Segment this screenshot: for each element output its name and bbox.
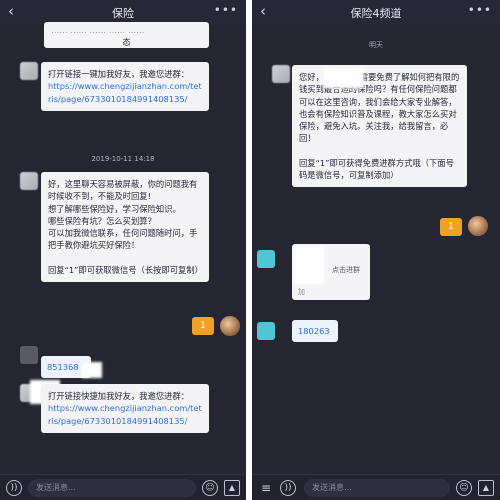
- voice-icon[interactable]: )): [280, 480, 296, 496]
- more-icon[interactable]: •••: [214, 3, 238, 17]
- sender-avatar[interactable]: [20, 172, 38, 190]
- message-line: 回复“1”即可获得免费进群方式哦（下面号码是微信号，可复制添加）: [299, 157, 454, 181]
- group-card-bubble[interactable]: 点击进群 加: [292, 244, 370, 300]
- redaction: [82, 362, 102, 378]
- card-label: 点击进群: [332, 266, 360, 274]
- timestamp: 2019-10-11 14:18: [91, 155, 155, 163]
- right-nav-bar: ‹ 保险4频道 •••: [252, 0, 500, 24]
- phone-number-text[interactable]: 851368: [47, 362, 79, 372]
- message-input[interactable]: 发送消息...: [28, 479, 196, 497]
- message-input-bar: )) 发送消息... ☺ ▲: [0, 474, 246, 500]
- message-bubble-link-1: 打开链接一键加我好友，我邀您进群： https://www.chengzijia…: [41, 62, 209, 111]
- emoji-icon[interactable]: ☺: [202, 480, 218, 496]
- reply-bubble: 1: [440, 218, 462, 236]
- reply-bubble: 1: [192, 317, 214, 335]
- message-text: 打开链接一键加我好友，我邀您进群：: [48, 69, 190, 79]
- card-image: [294, 246, 324, 284]
- chat-title: 保险: [112, 7, 134, 20]
- message-text: 打开链接快捷加我好友，我邀您进群：: [48, 391, 190, 401]
- faded-header-text: 明天: [369, 41, 383, 49]
- more-icon[interactable]: •••: [468, 3, 492, 17]
- menu-icon[interactable]: ≡: [258, 480, 274, 496]
- image-icon[interactable]: ▲: [478, 480, 494, 496]
- sender-avatar[interactable]: [20, 62, 38, 80]
- user-avatar[interactable]: [220, 316, 240, 336]
- message-line: 哪些保险有坑？怎么买划算？: [48, 215, 156, 226]
- left-chat-screen: ‹ 保险 ••• …… …… …… …… …… 态 打开链接一键加我好友，我邀您…: [0, 0, 246, 500]
- image-icon[interactable]: ▲: [224, 480, 240, 496]
- redaction: [324, 68, 364, 88]
- right-chat-screen: ‹ 保险4频道 ••• 明天 您好， 问您也是需要免费了解如何把有限的钱买到最合…: [252, 0, 500, 500]
- partial-line-1: …… …… …… …… ……: [51, 25, 145, 35]
- message-link[interactable]: https://www.chengzijianzhan.com/tetris/p…: [48, 80, 202, 105]
- message-bubble-welcome: 您好， 问您也是需要免费了解如何把有限的钱买到最合适的保险吗？有任何保险问题都可…: [292, 65, 467, 188]
- message-input-bar: ≡ )) 发送消息... ☺ ▲: [252, 474, 500, 500]
- partial-message-bubble: …… …… …… …… …… 态: [44, 22, 209, 48]
- message-bubble-intro: 好，这里聊天容易被屏蔽，你的问题我有时候收不到，不能及时回复! 想了解哪些保险好…: [41, 172, 209, 283]
- phone-number-text[interactable]: 180263: [298, 326, 330, 336]
- emoji-icon[interactable]: ☺: [456, 480, 472, 496]
- voice-icon[interactable]: )): [6, 480, 22, 496]
- sender-avatar[interactable]: [257, 250, 275, 268]
- message-bubble-link-2: 打开链接快捷加我好友，我邀您进群： https://www.chengzijia…: [41, 384, 209, 433]
- user-avatar[interactable]: [468, 216, 488, 236]
- sender-avatar[interactable]: [257, 322, 275, 340]
- partial-line-2: 态: [122, 37, 131, 48]
- sender-avatar[interactable]: [20, 346, 38, 364]
- sender-avatar[interactable]: [272, 65, 290, 83]
- left-nav-bar: ‹ 保险 •••: [0, 0, 246, 24]
- message-link[interactable]: https://www.chengzijianzhan.com/tetris/p…: [48, 402, 202, 427]
- chat-title: 保险4频道: [350, 7, 402, 20]
- message-line: 想了解哪些保险好，学习保险知识。: [48, 203, 181, 214]
- message-line: 好，这里聊天容易被屏蔽，你的问题我有时候收不到，不能及时回复!: [48, 179, 198, 202]
- message-line: 可以加我微信联系，任何问题随时问，手把手教你避坑买好保险！: [48, 228, 198, 251]
- phone-number-bubble: 180263: [292, 320, 338, 342]
- message-input[interactable]: 发送消息...: [304, 479, 450, 497]
- message-line: 回复“1”即可获取微信号（长按即可复制）: [48, 264, 203, 275]
- card-footer: 加: [298, 288, 305, 296]
